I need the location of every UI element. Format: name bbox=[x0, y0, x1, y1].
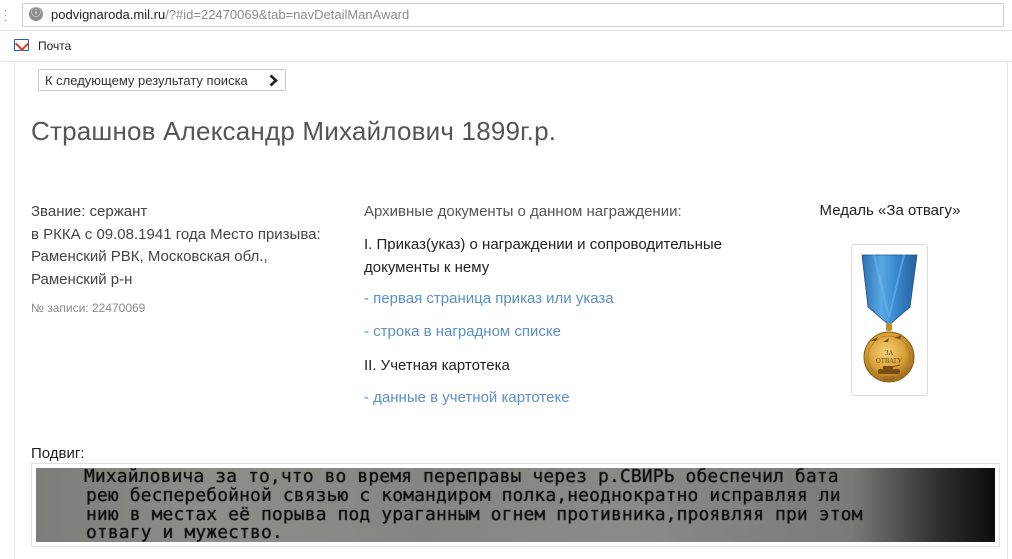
mail-icon bbox=[14, 39, 29, 51]
next-result-label: К следующему результату поиска bbox=[45, 73, 248, 88]
medal-title: Медаль «За отвагу» bbox=[819, 202, 961, 219]
svg-text:ОТВАГУ: ОТВАГУ bbox=[876, 358, 903, 365]
feat-line-2: рею бесперебойной связью с командиром по… bbox=[86, 485, 841, 506]
feat-label: Подвиг: bbox=[31, 445, 85, 462]
feat-scan-container: Михайловича за то,что во время переправы… bbox=[31, 463, 1000, 547]
svg-text:СССР: СССР bbox=[884, 376, 895, 381]
url-path: /?#id=22470069&tab=navDetailManAward bbox=[165, 7, 410, 22]
service-info: в РККА с 09.08.1941 года Место призыва: … bbox=[31, 225, 321, 288]
bookmark-mail-label: Почта bbox=[38, 39, 72, 53]
site-info-icon[interactable]: ⓘ bbox=[29, 7, 43, 21]
section-card-index-title: II. Учетная картотека bbox=[364, 357, 510, 374]
feat-scan-image: Михайловича за то,что во время переправы… bbox=[36, 468, 995, 542]
bookmarks-bar: Почта bbox=[0, 31, 1012, 62]
link-card-index[interactable]: - данные в учетной картотеке bbox=[364, 388, 570, 408]
browser-address-bar: · · · ⓘ podvignaroda.mil.ru/?#id=22470069&… bbox=[0, 0, 1012, 31]
link-first-page[interactable]: - первая страница приказ или указа bbox=[364, 289, 614, 309]
section-order-title: I. Приказ(указ) о награждении и сопровод… bbox=[364, 236, 723, 276]
sidebar-dots-icon: · · · bbox=[4, 5, 8, 26]
url-domain: podvignaroda.mil.ru bbox=[51, 7, 166, 22]
url-field[interactable]: ⓘ podvignaroda.mil.ru/?#id=22470069&tab=… bbox=[22, 3, 1004, 27]
link-award-list[interactable]: - строка в наградном списке bbox=[364, 322, 561, 342]
chevron-right-icon bbox=[269, 74, 278, 87]
url-text: podvignaroda.mil.ru/?#id=22470069&tab=na… bbox=[51, 7, 409, 23]
svg-text:ЗА: ЗА bbox=[885, 350, 894, 357]
documents-heading: Архивные документы о данном награждении: bbox=[364, 203, 682, 220]
next-result-button[interactable]: К следующему результату поиска bbox=[38, 69, 286, 91]
feat-line-1: Михайловича за то,что во время переправы… bbox=[84, 468, 839, 487]
rank-line: Звание: сержант bbox=[31, 203, 148, 220]
feat-line-4: отвагу и мужество. bbox=[86, 522, 283, 542]
page-title: Страшнов Александр Михайлович 1899г.р. bbox=[31, 116, 557, 146]
medal-image[interactable]: ЗА ОТВАГУ СССР bbox=[851, 244, 928, 396]
medal-icon: ЗА ОТВАГУ СССР bbox=[861, 254, 918, 383]
rank-info: Звание: сержант в РККА с 09.08.1941 года… bbox=[31, 201, 331, 291]
record-number: № записи: 22470069 bbox=[31, 301, 146, 315]
